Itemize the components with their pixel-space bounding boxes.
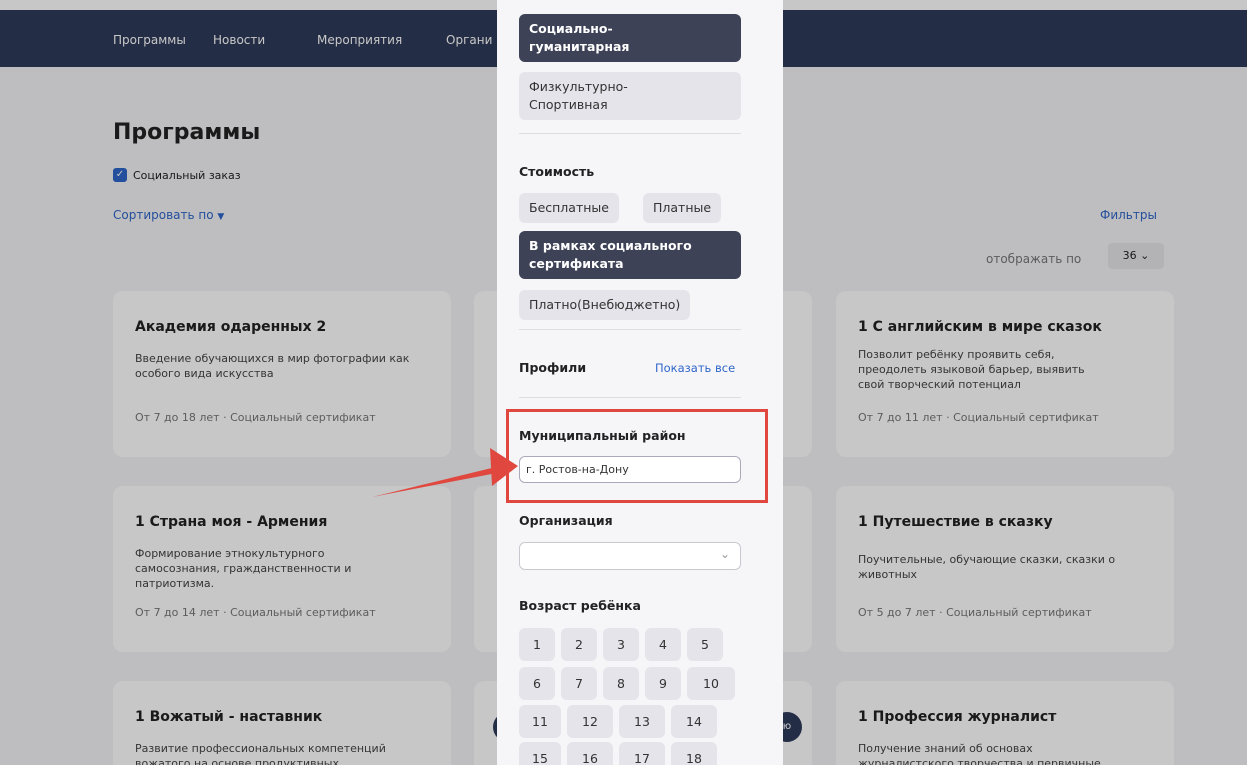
annotation-arrow-icon <box>372 448 518 497</box>
